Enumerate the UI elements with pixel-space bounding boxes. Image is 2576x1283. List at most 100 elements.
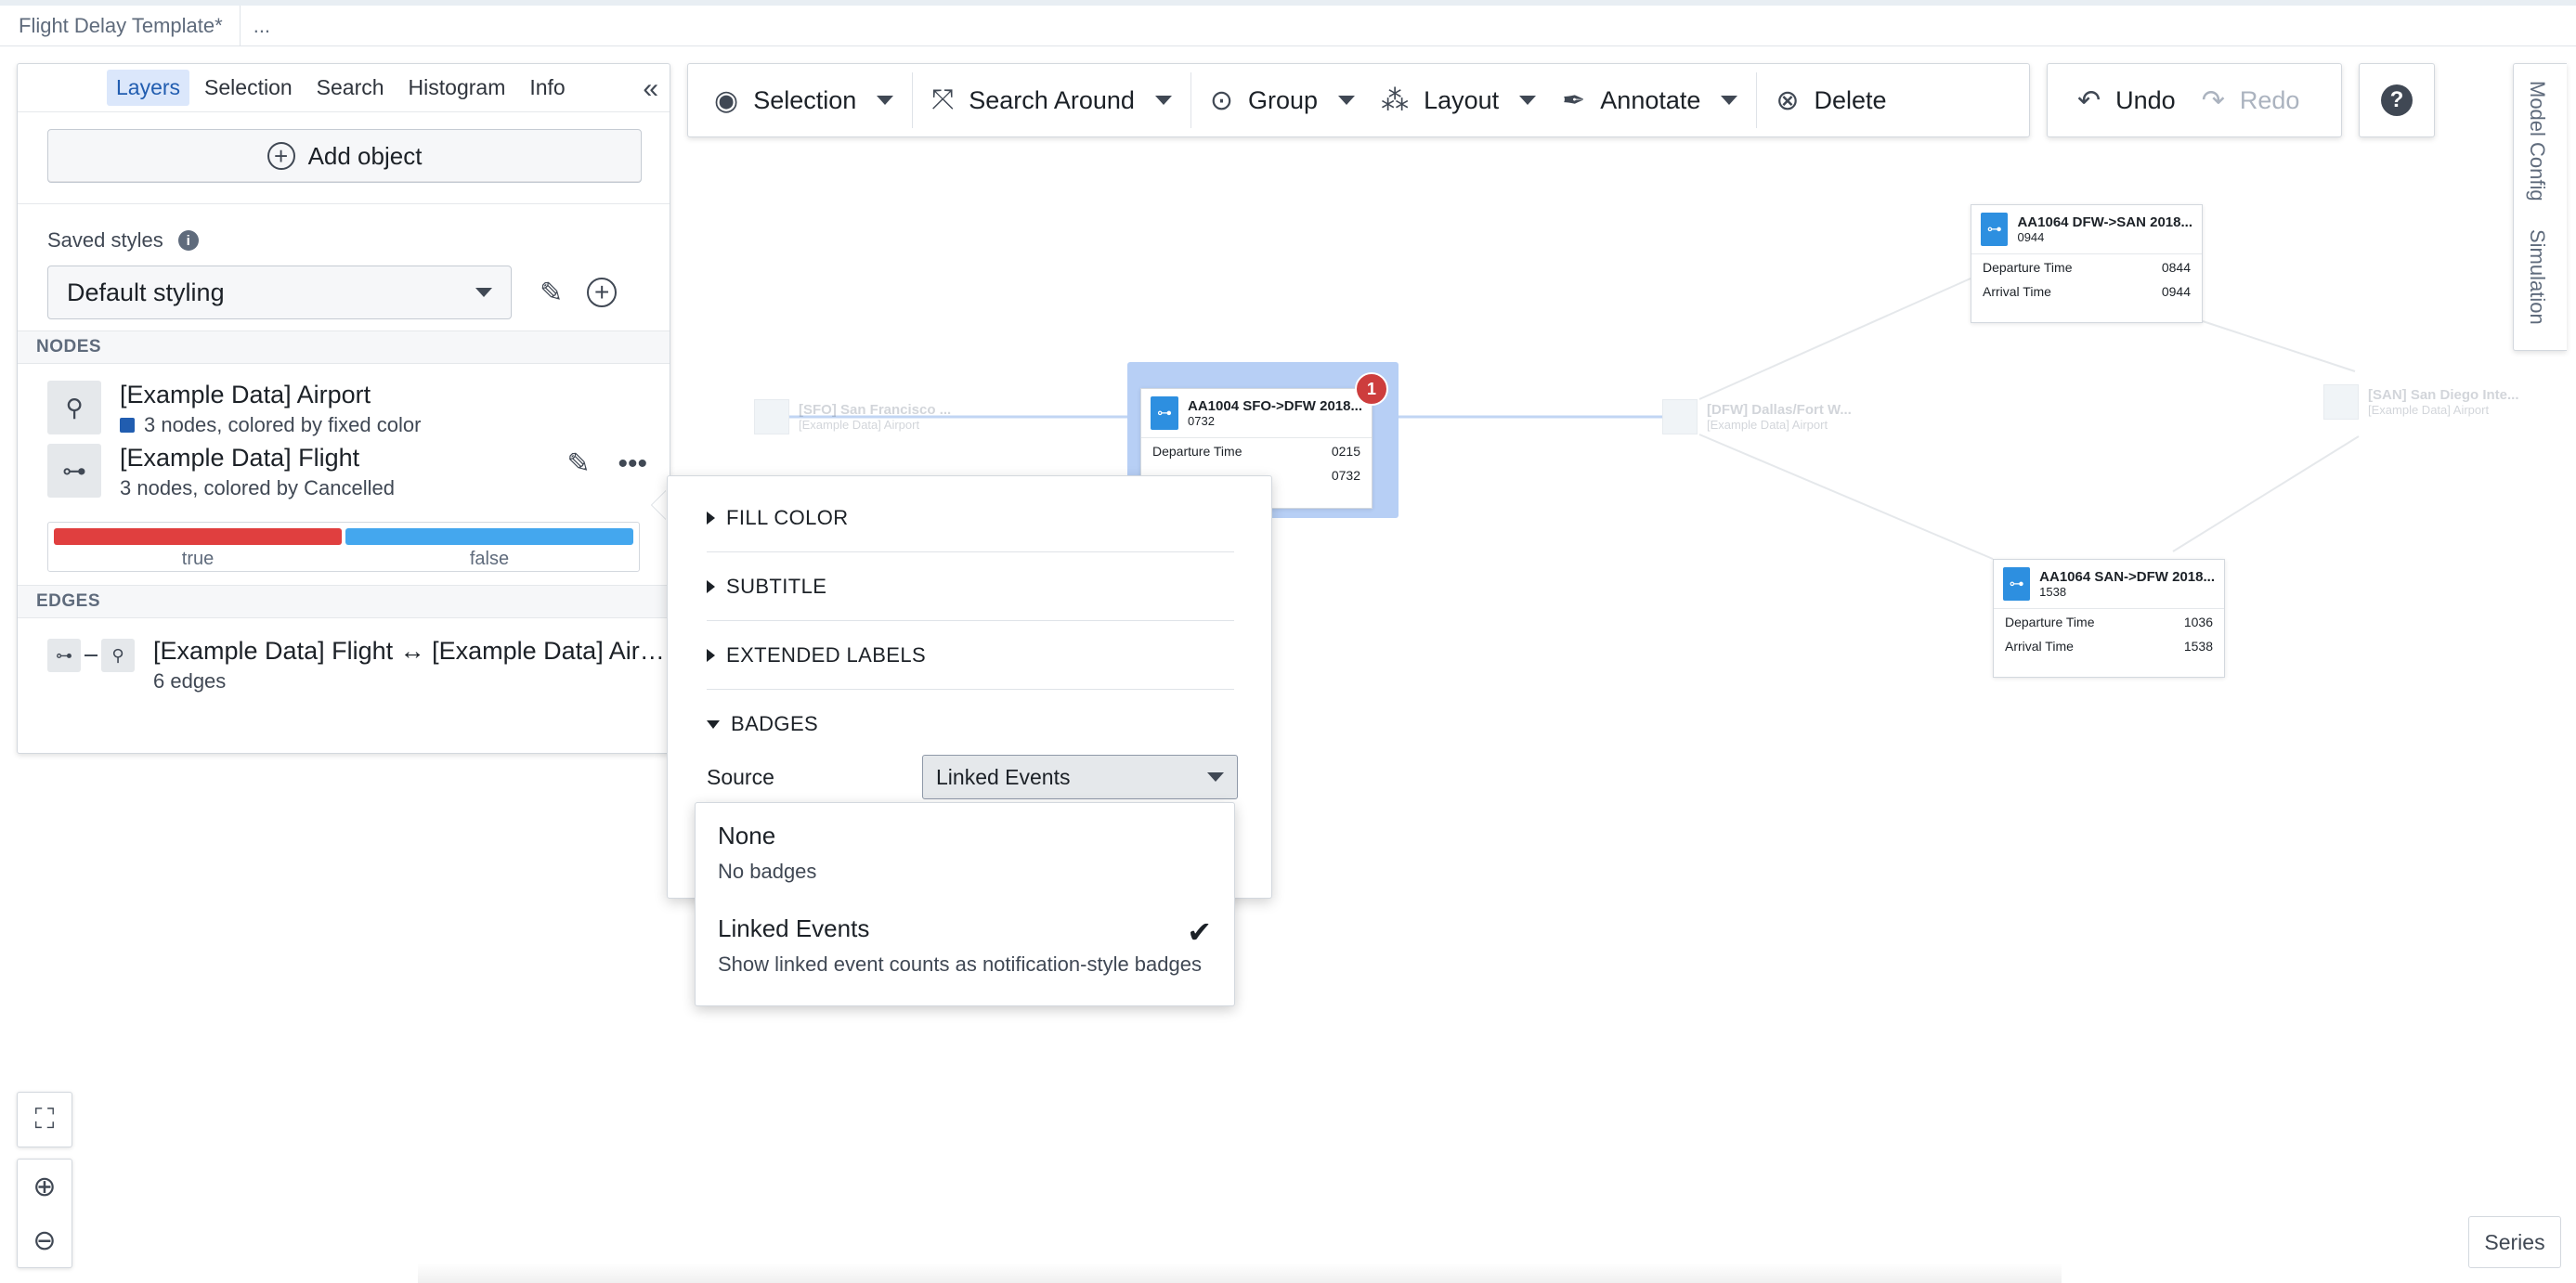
tab-simulation[interactable]: Simulation <box>2525 229 2549 325</box>
card-row-value: 1036 <box>2183 615 2213 629</box>
airport-square <box>1662 399 1698 434</box>
option-title: Linked Events <box>718 914 870 942</box>
badge-source-select[interactable]: Linked Events <box>922 755 1238 799</box>
edge-san-aa1064b <box>2172 435 2360 552</box>
group-icon: ⊙ <box>1209 84 1234 116</box>
airport-square <box>2323 384 2359 420</box>
search-around-label: Search Around <box>969 85 1135 114</box>
tab-selection[interactable]: Selection <box>195 70 302 106</box>
layer-row-flight[interactable]: ⊶ [Example Data] Flight 3 nodes, colored… <box>18 444 670 516</box>
layer-subtitle: 3 nodes, colored by fixed color <box>144 413 422 436</box>
fixed-color-swatch <box>120 418 135 433</box>
help-icon: ? <box>2381 84 2413 116</box>
layout-icon: ⁂ <box>1381 84 1410 116</box>
airport-node-dfw[interactable]: [DFW] Dallas/Fort W... [Example Data] Ai… <box>1662 399 1852 434</box>
airport-type: [Example Data] Airport <box>2368 403 2490 417</box>
map-pin-icon: ⚲ <box>101 639 135 672</box>
tab-info[interactable]: Info <box>520 70 574 106</box>
flight-link-icon: ⊶ <box>47 444 101 498</box>
flight-card-aa1064-dfw-san[interactable]: ⊶ AA1064 DFW->SAN 2018... 0944 Departure… <box>1971 204 2203 323</box>
menu-option-linked-events[interactable]: Linked Events Show linked event counts a… <box>696 896 1234 989</box>
chevron-down-icon <box>877 96 894 105</box>
panel-tabs: Layers Selection Search Histogram Info « <box>18 64 670 112</box>
airport-node-san[interactable]: [SAN] San Diego Inte... [Example Data] A… <box>2323 384 2519 420</box>
edge-dfw-aa1064a <box>1698 278 1971 400</box>
tab-model-config[interactable]: Model Config <box>2525 81 2549 201</box>
caret-right-icon <box>707 648 715 662</box>
add-style-icon[interactable]: + <box>587 278 618 307</box>
menu-option-none[interactable]: None No badges <box>696 803 1234 896</box>
flight-icon: ⊶ <box>1981 213 2009 246</box>
saved-styles-label: Saved styles <box>47 228 163 252</box>
airport-type: [Example Data] Airport <box>1707 418 1828 432</box>
more-options-icon[interactable]: ••• <box>618 448 647 480</box>
layer-title: [Example Data] Flight ↔ [Example Data] A… <box>153 637 665 665</box>
selection-label: Selection <box>753 85 857 114</box>
card-row-label: Departure Time <box>1983 260 2073 275</box>
airport-name: [DFW] Dallas/Fort W... <box>1707 402 1852 418</box>
legend-item-false[interactable]: false <box>345 528 633 571</box>
series-button[interactable]: Series <box>2468 1216 2561 1268</box>
help-button[interactable]: ? <box>2359 63 2435 137</box>
card-row-label: Arrival Time <box>1983 284 2051 299</box>
graph-expand-icon: ⤧ <box>931 84 955 115</box>
legend-swatch <box>54 528 342 545</box>
group-button[interactable]: ⊙ Group <box>1197 73 1368 127</box>
collapse-panel-icon[interactable]: « <box>643 73 658 105</box>
linked-events-badge[interactable]: 1 <box>1355 372 1388 406</box>
flight-card-aa1064-san-dfw[interactable]: ⊶ AA1064 SAN->DFW 2018... 1538 Departure… <box>1993 559 2225 678</box>
section-subtitle[interactable]: SUBTITLE <box>707 552 1234 621</box>
chevron-down-icon <box>1721 96 1738 105</box>
zoom-out-icon[interactable]: ⊖ <box>18 1213 72 1267</box>
delete-label: Delete <box>1814 85 1887 114</box>
badge-source-row: Source Linked Events <box>707 755 1238 799</box>
legend-item-true[interactable]: true <box>54 528 342 571</box>
redo-button[interactable]: ↷ Redo <box>2189 73 2313 127</box>
airport-square <box>754 399 789 434</box>
edit-layer-icon[interactable]: ✎ <box>566 447 590 480</box>
saved-style-value: Default styling <box>67 278 225 306</box>
flight-card-subtitle: 0944 <box>2017 230 2045 244</box>
airport-node-sfo[interactable]: [SFO] San Francisco ... [Example Data] A… <box>754 399 951 434</box>
undo-button[interactable]: ↶ Undo <box>2064 73 2189 127</box>
option-description: Show linked event counts as notification… <box>718 953 1202 976</box>
popover-arrow <box>652 490 667 520</box>
nodes-section-header: NODES <box>18 330 670 364</box>
add-object-label: Add object <box>307 141 423 170</box>
search-around-button[interactable]: ⤧ Search Around <box>918 73 1185 127</box>
annotate-button[interactable]: ✒ Annotate <box>1549 73 1750 127</box>
tab-histogram[interactable]: Histogram <box>399 70 515 106</box>
delete-button[interactable]: ⊗ Delete <box>1763 73 1899 127</box>
edit-style-pencil-icon[interactable]: ✎ <box>540 277 563 309</box>
section-extended-labels[interactable]: EXTENDED LABELS <box>707 621 1234 690</box>
tab-search[interactable]: Search <box>307 70 394 106</box>
tab-layers[interactable]: Layers <box>107 70 190 106</box>
flight-link-icon: ⊶ <box>47 639 81 672</box>
card-row-value: 0944 <box>2161 284 2191 299</box>
info-icon[interactable]: i <box>177 230 199 251</box>
layer-row-airport[interactable]: ⚲ [Example Data] Airport 3 nodes, colore… <box>18 364 670 444</box>
checkmark-icon: ✔ <box>1187 915 1212 949</box>
caret-down-icon <box>707 719 720 729</box>
layer-title: [Example Data] Airport <box>120 381 371 408</box>
section-badges[interactable]: BADGES <box>707 690 1234 758</box>
layer-subtitle: 6 edges <box>153 669 227 693</box>
saved-style-select[interactable]: Default styling <box>47 266 512 319</box>
add-object-button[interactable]: + Add object <box>47 129 642 183</box>
section-fill-color[interactable]: FILL COLOR <box>707 484 1234 552</box>
chevron-down-icon <box>1207 772 1224 782</box>
fit-to-screen-icon[interactable]: ⛶ <box>18 1093 72 1147</box>
layer-row-edge[interactable]: ⊶ ⚲ [Example Data] Flight ↔ [Example Dat… <box>18 618 670 713</box>
undo-icon: ↶ <box>2077 84 2101 116</box>
selection-button[interactable]: ◉ Selection <box>701 73 906 127</box>
flight-icon: ⊶ <box>1151 396 1179 430</box>
delete-circle-icon: ⊗ <box>1776 84 1800 116</box>
layers-panel: Layers Selection Search Histogram Info «… <box>17 63 670 754</box>
layout-button[interactable]: ⁂ Layout <box>1368 73 1549 127</box>
annotate-label: Annotate <box>1600 85 1701 114</box>
zoom-in-icon[interactable]: ⊕ <box>18 1160 72 1213</box>
undo-label: Undo <box>2115 85 2176 114</box>
redo-label: Redo <box>2239 85 2300 114</box>
chevron-down-icon <box>1154 96 1172 105</box>
option-title: None <box>718 822 776 849</box>
